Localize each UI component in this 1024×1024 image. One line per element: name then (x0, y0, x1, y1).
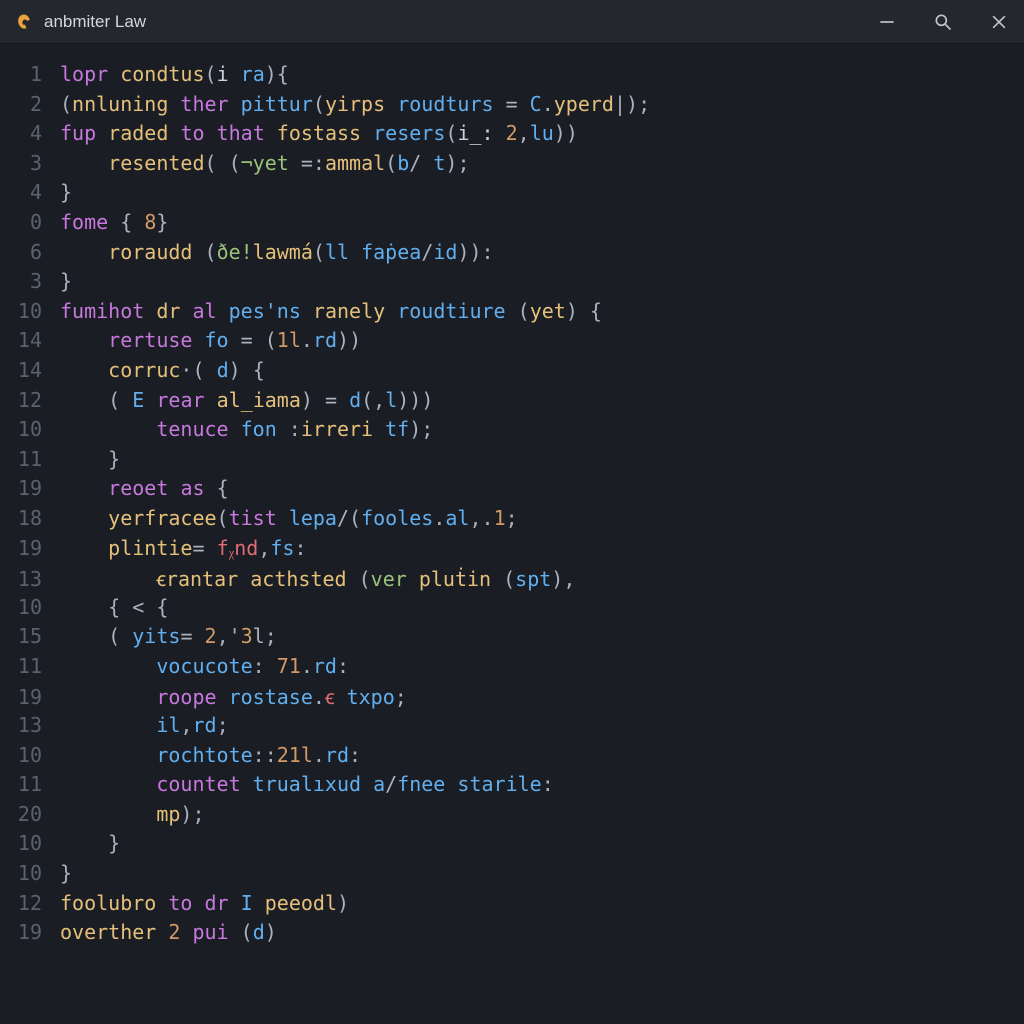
line-number: 10 (0, 595, 60, 619)
code-line[interactable]: 4} (0, 180, 1024, 210)
code-line[interactable]: 10 { < { (0, 595, 1024, 625)
search-icon[interactable] (932, 11, 954, 33)
line-number: 18 (0, 506, 60, 530)
code-content[interactable]: } (60, 831, 1024, 855)
code-content[interactable]: } (60, 447, 1024, 471)
line-number: 10 (0, 299, 60, 323)
line-number: 13 (0, 567, 60, 591)
code-line[interactable]: 10 } (0, 831, 1024, 861)
line-number: 19 (0, 685, 60, 709)
line-number: 14 (0, 358, 60, 382)
code-content[interactable]: } (60, 861, 1024, 885)
code-line[interactable]: 10fumihot dr al pes'ns ranely roudtiure … (0, 299, 1024, 329)
code-line[interactable]: 18 yerfracee(tist lepa/(fooles.al,.1; (0, 506, 1024, 536)
code-content[interactable]: resented( (¬yet =:ammal(b/ t); (60, 151, 1024, 175)
code-content[interactable]: fumihot dr al pes'ns ranely roudtiure (y… (60, 299, 1024, 323)
line-number: 11 (0, 772, 60, 796)
code-line[interactable]: 1lopr condtus(i ra){ (0, 62, 1024, 92)
line-number: 0 (0, 210, 60, 234)
code-line[interactable]: 20 mp); (0, 802, 1024, 832)
code-content[interactable]: yerfracee(tist lepa/(fooles.al,.1; (60, 506, 1024, 530)
code-content[interactable]: rochtote::21l.rd: (60, 743, 1024, 767)
line-number: 10 (0, 861, 60, 885)
line-number: 14 (0, 328, 60, 352)
code-line[interactable]: 12 ( E rear al_iama) = d(,l))) (0, 388, 1024, 418)
code-line[interactable]: 15 ( yits= 2,'3l; (0, 624, 1024, 654)
code-content[interactable]: mp); (60, 802, 1024, 826)
line-number: 12 (0, 388, 60, 412)
code-content[interactable]: tenuce fon :irreri tf); (60, 417, 1024, 441)
code-content[interactable]: vocucote: 71.rd: (60, 654, 1024, 678)
code-line[interactable]: 3} (0, 269, 1024, 299)
line-number: 6 (0, 240, 60, 264)
line-number: 10 (0, 417, 60, 441)
code-editor[interactable]: 1lopr condtus(i ra){2(nnluning ther pitt… (0, 44, 1024, 950)
line-number: 12 (0, 891, 60, 915)
minimize-icon[interactable] (876, 11, 898, 33)
code-content[interactable]: ( yits= 2,'3l; (60, 624, 1024, 648)
code-line[interactable]: 11 vocucote: 71.rd: (0, 654, 1024, 684)
line-number: 11 (0, 654, 60, 678)
line-number: 19 (0, 536, 60, 560)
line-number: 4 (0, 180, 60, 204)
code-content[interactable]: fome { 8} (60, 210, 1024, 234)
code-line[interactable]: 19overther 2 pui (d) (0, 920, 1024, 950)
code-line[interactable]: 11 countet trualıxud a/fnee starile: (0, 772, 1024, 802)
code-content[interactable]: reoet as { (60, 476, 1024, 500)
code-line[interactable]: 19 reoet as { (0, 476, 1024, 506)
code-content[interactable]: roraudd (ðe!lawmá(ll faṗea/id)): (60, 240, 1024, 264)
code-content[interactable]: corruc·( d) { (60, 358, 1024, 382)
code-line[interactable]: 10 tenuce fon :irreri tf); (0, 417, 1024, 447)
line-number: 15 (0, 624, 60, 648)
code-content[interactable]: il,rd; (60, 713, 1024, 737)
code-line[interactable]: 4fup raded to that fostass resers(i_: 2,… (0, 121, 1024, 151)
code-content[interactable]: } (60, 269, 1024, 293)
code-line[interactable]: 19 roope rostase.ꞓ txpo; (0, 683, 1024, 713)
code-content[interactable]: overther 2 pui (d) (60, 920, 1024, 944)
code-line[interactable]: 3 resented( (¬yet =:ammal(b/ t); (0, 151, 1024, 181)
line-number: 19 (0, 920, 60, 944)
code-line[interactable]: 13 il,rd; (0, 713, 1024, 743)
code-content[interactable]: (nnluning ther pittur(yirps roudturs = C… (60, 92, 1024, 116)
code-content[interactable]: rertuse fo = (1l.rd)) (60, 328, 1024, 352)
code-content[interactable]: lopr condtus(i ra){ (60, 62, 1024, 86)
line-number: 3 (0, 151, 60, 175)
line-number: 1 (0, 62, 60, 86)
line-number: 2 (0, 92, 60, 116)
code-content[interactable]: fup raded to that fostass resers(i_: 2,l… (60, 121, 1024, 145)
code-line[interactable]: 13 ꞓrantar acthsted (ver pluṫin (spt), (0, 565, 1024, 595)
line-number: 20 (0, 802, 60, 826)
line-number: 13 (0, 713, 60, 737)
code-content[interactable]: { < { (60, 595, 1024, 619)
window-title: anbmiter Law (44, 12, 876, 32)
code-line[interactable]: 0fome { 8} (0, 210, 1024, 240)
code-line[interactable]: 12foolubro to dr I peeodl) (0, 891, 1024, 921)
line-number: 10 (0, 831, 60, 855)
code-content[interactable]: ꞓrantar acthsted (ver pluṫin (spt), (60, 565, 1024, 592)
code-line[interactable]: 2(nnluning ther pittur(yirps roudturs = … (0, 92, 1024, 122)
line-number: 4 (0, 121, 60, 145)
code-line[interactable]: 19 plintie= fᵪnd,fs: (0, 536, 1024, 566)
code-line[interactable]: 14 corruc·( d) { (0, 358, 1024, 388)
titlebar: anbmiter Law (0, 0, 1024, 44)
code-content[interactable]: ( E rear al_iama) = d(,l))) (60, 388, 1024, 412)
code-content[interactable]: roope rostase.ꞓ txpo; (60, 683, 1024, 710)
line-number: 3 (0, 269, 60, 293)
code-line[interactable]: 11 } (0, 447, 1024, 477)
code-content[interactable]: } (60, 180, 1024, 204)
code-line[interactable]: 10} (0, 861, 1024, 891)
line-number: 10 (0, 743, 60, 767)
code-content[interactable]: foolubro to dr I peeodl) (60, 891, 1024, 915)
close-icon[interactable] (988, 11, 1010, 33)
code-line[interactable]: 10 rochtote::21l.rd: (0, 743, 1024, 773)
app-logo-icon (14, 12, 34, 32)
code-content[interactable]: plintie= fᵪnd,fs: (60, 536, 1024, 561)
code-content[interactable]: countet trualıxud a/fnee starile: (60, 772, 1024, 796)
code-line[interactable]: 14 rertuse fo = (1l.rd)) (0, 328, 1024, 358)
line-number: 11 (0, 447, 60, 471)
code-line[interactable]: 6 roraudd (ðe!lawmá(ll faṗea/id)): (0, 240, 1024, 270)
line-number: 19 (0, 476, 60, 500)
